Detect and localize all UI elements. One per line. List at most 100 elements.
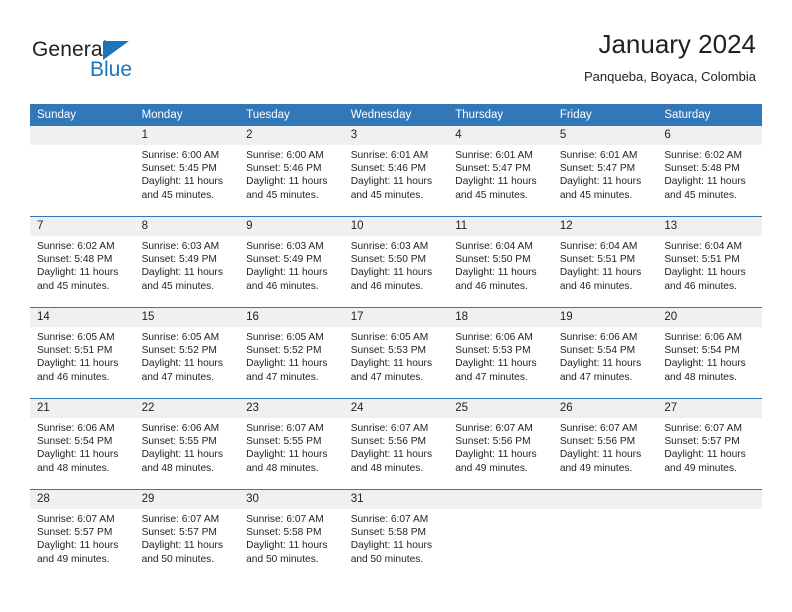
calendar-day-cell[interactable]: 27 Sunrise: 6:07 AM Sunset: 5:57 PM Dayligh… — [657, 398, 762, 490]
day-number: 31 — [343, 490, 449, 509]
sunset-time: Sunset: 5:50 PM — [455, 254, 531, 266]
calendar-day-cell[interactable]: 5 Sunrise: 6:01 AM Sunset: 5:47 PM Daylight… — [552, 126, 658, 217]
day-number: 26 — [552, 399, 658, 418]
calendar-day-cell[interactable]: 12 Sunrise: 6:04 AM Sunset: 5:51 PM Dayligh… — [552, 216, 658, 308]
sunset-time: Sunset: 5:55 PM — [246, 436, 322, 448]
calendar-day-cell[interactable]: 24 Sunrise: 6:07 AM Sunset: 5:56 PM Dayligh… — [343, 398, 449, 490]
calendar-day-cell[interactable]: 10 Sunrise: 6:03 AM Sunset: 5:50 PM Dayligh… — [343, 216, 449, 308]
sunrise-time: Sunrise: 6:06 AM — [141, 423, 220, 434]
day-sun-info: Sunrise: 6:07 AM Sunset: 5:57 PM Daylight:… — [30, 509, 135, 566]
sunrise-time: Sunrise: 6:06 AM — [664, 332, 742, 343]
sunrise-time: Sunrise: 6:05 AM — [141, 332, 220, 343]
sunrise-time: Sunrise: 6:00 AM — [246, 150, 324, 161]
sunset-time: Sunset: 5:50 PM — [350, 254, 427, 266]
day-sun-info: Sunrise: 6:00 AM Sunset: 5:45 PM Daylight:… — [135, 145, 240, 202]
day-number: 5 — [552, 126, 658, 145]
day-number: 13 — [657, 217, 762, 236]
calendar-day-cell[interactable]: 26 Sunrise: 6:07 AM Sunset: 5:56 PM Dayligh… — [552, 398, 658, 490]
calendar-day-cell[interactable]: 20 Sunrise: 6:06 AM Sunset: 5:54 PM Dayligh… — [657, 307, 762, 399]
day-number: 3 — [343, 126, 449, 145]
day-cell-content: 2 Sunrise: 6:00 AM Sunset: 5:46 PM Daylight… — [239, 126, 344, 216]
daylight-duration-line2: and 45 minutes. — [559, 189, 633, 201]
daylight-duration-line1: Daylight: 11 hours — [141, 449, 223, 461]
sunset-time: Sunset: 5:45 PM — [141, 163, 217, 175]
day-number: 18 — [448, 308, 553, 327]
daylight-duration-line1: Daylight: 11 hours — [141, 540, 223, 552]
day-sun-info: Sunrise: 6:05 AM Sunset: 5:51 PM Daylight:… — [30, 327, 135, 384]
calendar-day-cell[interactable]: 18 Sunrise: 6:06 AM Sunset: 5:53 PM Dayligh… — [448, 307, 553, 399]
day-cell-content: 24 Sunrise: 6:07 AM Sunset: 5:56 PM Dayligh… — [343, 399, 449, 489]
calendar-day-cell[interactable]: 4 Sunrise: 6:01 AM Sunset: 5:47 PM Daylight… — [448, 126, 553, 217]
calendar-day-cell[interactable]: 14 Sunrise: 6:05 AM Sunset: 5:51 PM Dayligh… — [30, 307, 135, 399]
calendar-day-cell[interactable]: 21 Sunrise: 6:06 AM Sunset: 5:54 PM Dayligh… — [30, 398, 135, 490]
calendar-day-cell[interactable]: 29 Sunrise: 6:07 AM Sunset: 5:57 PM Dayligh… — [134, 489, 240, 580]
day-number: 22 — [134, 399, 240, 418]
sunrise-time: Sunrise: 6:07 AM — [664, 423, 742, 434]
calendar-day-cell — [30, 126, 135, 217]
weekday-header-tuesday: Tuesday — [239, 104, 344, 126]
day-cell-content: 30 Sunrise: 6:07 AM Sunset: 5:58 PM Dayligh… — [239, 490, 344, 580]
calendar-day-cell[interactable]: 2 Sunrise: 6:00 AM Sunset: 5:46 PM Daylight… — [239, 126, 344, 217]
day-cell-content — [657, 490, 762, 580]
calendar-day-cell[interactable]: 22 Sunrise: 6:06 AM Sunset: 5:55 PM Dayligh… — [134, 398, 240, 490]
weekday-header-thursday: Thursday — [448, 104, 553, 126]
calendar-header-row: Sunday Monday Tuesday Wednesday Thursday… — [30, 104, 762, 126]
calendar-day-cell[interactable]: 31 Sunrise: 6:07 AM Sunset: 5:58 PM Dayligh… — [343, 489, 449, 580]
day-sun-info: Sunrise: 6:01 AM Sunset: 5:47 PM Daylight:… — [448, 145, 553, 202]
day-number: 4 — [448, 126, 553, 145]
sunset-time: Sunset: 5:53 PM — [455, 345, 531, 357]
day-number: 7 — [30, 217, 135, 236]
day-sun-info: Sunrise: 6:07 AM Sunset: 5:58 PM Daylight:… — [239, 509, 344, 566]
sunset-time: Sunset: 5:52 PM — [141, 345, 217, 357]
day-cell-content — [552, 490, 658, 580]
day-cell-content: 9 Sunrise: 6:03 AM Sunset: 5:49 PM Daylight… — [239, 217, 344, 307]
day-sun-info: Sunrise: 6:02 AM Sunset: 5:48 PM Daylight:… — [30, 236, 135, 293]
daylight-duration-line1: Daylight: 11 hours — [141, 176, 223, 188]
day-number: 27 — [657, 399, 762, 418]
day-cell-content: 14 Sunrise: 6:05 AM Sunset: 5:51 PM Dayligh… — [30, 308, 135, 398]
daylight-duration-line1: Daylight: 11 hours — [246, 176, 328, 188]
day-sun-info: Sunrise: 6:07 AM Sunset: 5:55 PM Daylight:… — [239, 418, 344, 475]
sunset-time: Sunset: 5:51 PM — [664, 254, 740, 266]
day-sun-info: Sunrise: 6:07 AM Sunset: 5:56 PM Daylight:… — [553, 418, 658, 475]
calendar-day-cell[interactable]: 25 Sunrise: 6:07 AM Sunset: 5:56 PM Dayligh… — [448, 398, 553, 490]
sunset-time: Sunset: 5:48 PM — [37, 254, 113, 266]
daylight-duration-line1: Daylight: 11 hours — [664, 358, 746, 370]
calendar-day-cell[interactable]: 11 Sunrise: 6:04 AM Sunset: 5:50 PM Dayligh… — [448, 216, 553, 308]
sunrise-time: Sunrise: 6:07 AM — [246, 423, 324, 434]
sunrise-time: Sunrise: 6:03 AM — [350, 241, 429, 252]
daylight-duration-line2: and 45 minutes. — [455, 189, 528, 201]
calendar-day-cell[interactable]: 13 Sunrise: 6:04 AM Sunset: 5:51 PM Dayligh… — [657, 216, 762, 308]
sunrise-time: Sunrise: 6:06 AM — [37, 423, 115, 434]
calendar-day-cell[interactable]: 1 Sunrise: 6:00 AM Sunset: 5:45 PM Daylight… — [134, 126, 240, 217]
calendar-day-cell[interactable]: 8 Sunrise: 6:03 AM Sunset: 5:49 PM Daylight… — [134, 216, 240, 308]
sunrise-time: Sunrise: 6:07 AM — [37, 514, 115, 525]
calendar-day-cell[interactable]: 6 Sunrise: 6:02 AM Sunset: 5:48 PM Daylight… — [657, 126, 762, 217]
daylight-duration-line1: Daylight: 11 hours — [664, 176, 746, 188]
day-sun-info: Sunrise: 6:05 AM Sunset: 5:53 PM Daylight:… — [344, 327, 449, 384]
daylight-duration-line1: Daylight: 11 hours — [664, 267, 746, 279]
calendar-week-row: 1 Sunrise: 6:00 AM Sunset: 5:45 PM Daylight… — [30, 126, 762, 217]
calendar-day-cell[interactable]: 30 Sunrise: 6:07 AM Sunset: 5:58 PM Dayligh… — [239, 489, 344, 580]
daylight-duration-line2: and 45 minutes. — [141, 280, 215, 292]
calendar-day-cell[interactable]: 19 Sunrise: 6:06 AM Sunset: 5:54 PM Dayligh… — [552, 307, 658, 399]
calendar-day-cell[interactable]: 9 Sunrise: 6:03 AM Sunset: 5:49 PM Daylight… — [239, 216, 344, 308]
day-cell-content: 19 Sunrise: 6:06 AM Sunset: 5:54 PM Dayligh… — [552, 308, 658, 398]
sunrise-time: Sunrise: 6:07 AM — [141, 514, 220, 525]
calendar-day-cell[interactable]: 28 Sunrise: 6:07 AM Sunset: 5:57 PM Dayligh… — [30, 489, 135, 580]
day-cell-content: 11 Sunrise: 6:04 AM Sunset: 5:50 PM Dayligh… — [448, 217, 553, 307]
sunrise-time: Sunrise: 6:03 AM — [246, 241, 324, 252]
daylight-duration-line2: and 45 minutes. — [664, 189, 737, 201]
calendar-day-cell[interactable]: 3 Sunrise: 6:01 AM Sunset: 5:46 PM Daylight… — [343, 126, 449, 217]
daylight-duration-line1: Daylight: 11 hours — [350, 267, 433, 279]
calendar-week-row: 7 Sunrise: 6:02 AM Sunset: 5:48 PM Daylight… — [30, 216, 762, 308]
sunset-time: Sunset: 5:52 PM — [246, 345, 322, 357]
calendar-day-cell[interactable]: 7 Sunrise: 6:02 AM Sunset: 5:48 PM Daylight… — [30, 216, 135, 308]
day-cell-content — [30, 126, 135, 216]
sunrise-time: Sunrise: 6:05 AM — [37, 332, 115, 343]
general-blue-logo[interactable]: General Blue — [32, 38, 272, 94]
calendar-day-cell[interactable]: 16 Sunrise: 6:05 AM Sunset: 5:52 PM Dayligh… — [239, 307, 344, 399]
calendar-day-cell[interactable]: 23 Sunrise: 6:07 AM Sunset: 5:55 PM Dayligh… — [239, 398, 344, 490]
calendar-day-cell[interactable]: 15 Sunrise: 6:05 AM Sunset: 5:52 PM Dayligh… — [134, 307, 240, 399]
calendar-day-cell[interactable]: 17 Sunrise: 6:05 AM Sunset: 5:53 PM Dayligh… — [343, 307, 449, 399]
